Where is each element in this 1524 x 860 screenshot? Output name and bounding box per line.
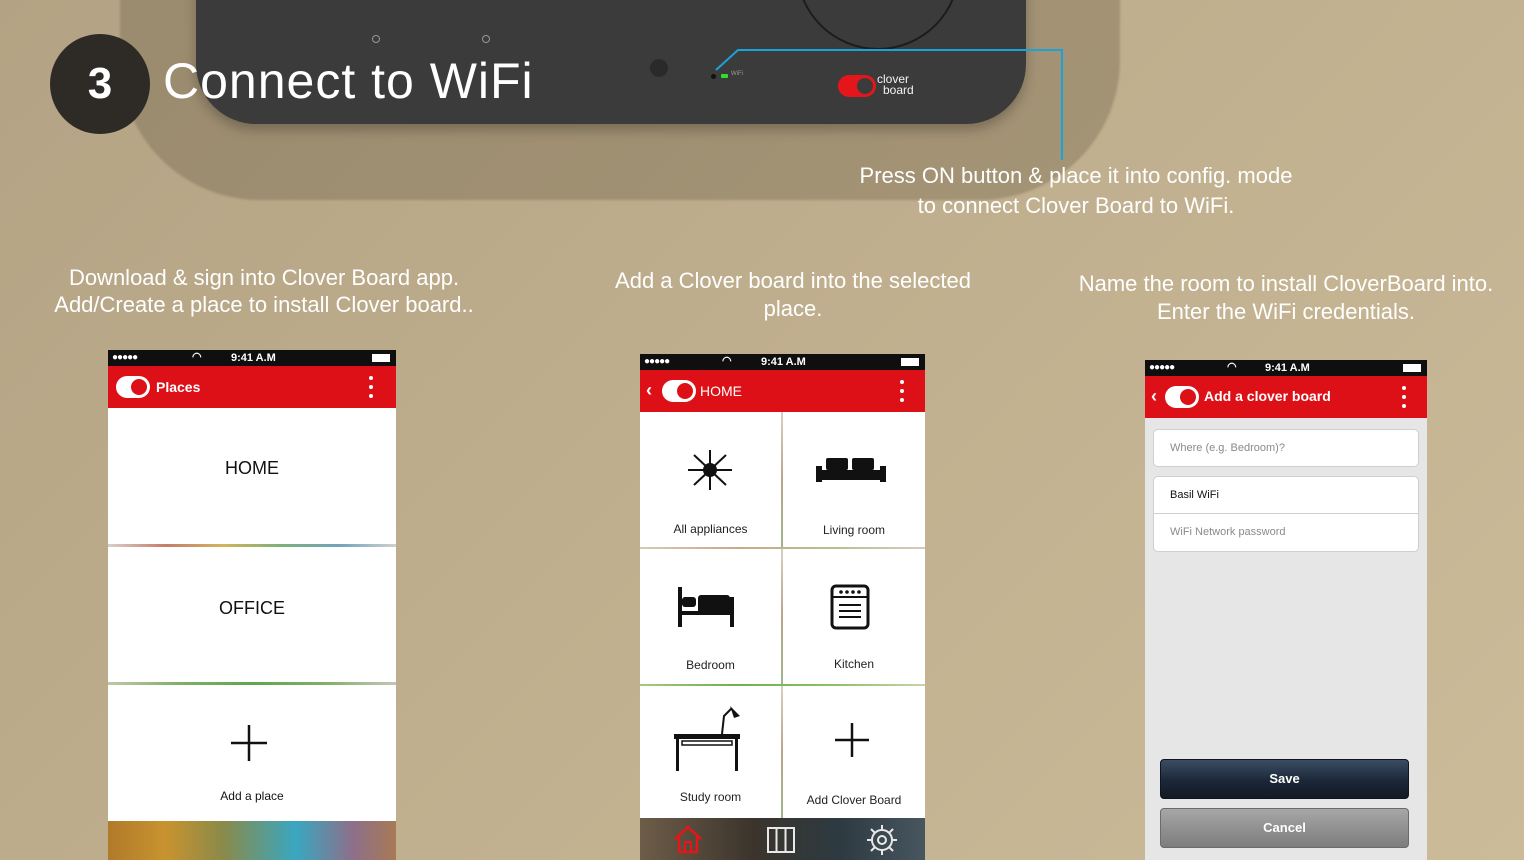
more-menu-icon[interactable] — [900, 380, 905, 407]
wifi-icon: ◠ — [722, 355, 732, 367]
status-time: 9:41 A.M — [1265, 362, 1310, 374]
app-bar: ‹ HOME — [640, 370, 925, 412]
back-chevron-icon[interactable]: ‹ — [646, 380, 652, 401]
desk-lamp-icon — [674, 706, 740, 771]
app-logo-toggle-icon — [1165, 386, 1199, 408]
device-caption: Press ON button & place it into config. … — [820, 162, 1332, 220]
room-tile-study-room[interactable]: Study room — [640, 686, 781, 818]
background-image-strip — [108, 821, 396, 860]
plus-icon — [835, 723, 869, 757]
save-button[interactable]: Save — [1160, 759, 1409, 799]
left-caption-line1: Download & sign into Clover Board app. — [68, 265, 460, 290]
bottom-nav-bar — [640, 818, 925, 860]
add-place-button[interactable]: Add a place — [108, 685, 396, 821]
signal-dots-icon: ●●●●● — [1149, 362, 1175, 373]
room-label: Kitchen — [833, 657, 875, 671]
room-name-placeholder: Where (e.g. Bedroom)? — [1170, 442, 1285, 454]
phone-add-board-screen: ●●●●● ◠ 9:41 A.M ‹ Add a clover board Wh… — [1145, 360, 1427, 860]
sofa-icon — [816, 458, 886, 482]
room-label: Study room — [679, 790, 742, 804]
room-label: Bedroom — [686, 658, 735, 672]
plus-icon — [231, 725, 267, 761]
wifi-name-field[interactable]: Basil WiFi — [1154, 477, 1418, 514]
room-tile-kitchen[interactable]: Kitchen — [783, 549, 925, 684]
room-label: All appliances — [673, 522, 748, 536]
right-caption-line2: Enter the WiFi credentials. — [1157, 299, 1415, 324]
wifi-password-field[interactable]: WiFi Network password — [1154, 514, 1418, 552]
app-logo-toggle-icon — [116, 376, 150, 398]
room-tile-living-room[interactable]: Living room — [783, 412, 925, 547]
stove-icon — [830, 584, 870, 630]
cancel-button[interactable]: Cancel — [1160, 808, 1409, 848]
app-bar: Places — [108, 366, 396, 408]
phone-home-screen: ●●●●● ◠ 9:41 A.M ‹ HOME All appliances L… — [640, 354, 925, 860]
room-name-field[interactable]: Where (e.g. Bedroom)? — [1153, 429, 1419, 467]
right-caption: Name the room to install CloverBoard int… — [1062, 270, 1510, 326]
room-tile-bedroom[interactable]: Bedroom — [640, 549, 781, 684]
place-item-home[interactable]: HOME — [108, 408, 396, 544]
middle-caption-line1: Add a Clover board into the selected — [615, 268, 971, 293]
device-caption-line2: to connect Clover Board to WiFi. — [917, 193, 1235, 218]
place-item-label: HOME — [225, 458, 279, 478]
battery-icon — [372, 354, 390, 362]
back-chevron-icon[interactable]: ‹ — [1151, 386, 1157, 407]
grid-icon[interactable] — [766, 826, 796, 854]
device-caption-line1: Press ON button & place it into config. … — [859, 163, 1293, 188]
phone-places-screen: ●●●●● ◠ 9:41 A.M Places HOME OFFICE Add … — [108, 350, 396, 860]
room-tile-all-appliances[interactable]: All appliances — [640, 412, 781, 547]
add-clover-board-tile[interactable]: Add Clover Board — [783, 686, 925, 818]
status-bar: ●●●●● ◠ 9:41 A.M — [1145, 360, 1427, 376]
wifi-password-placeholder: WiFi Network password — [1170, 526, 1286, 538]
app-bar-title: Add a clover board — [1204, 388, 1331, 404]
app-bar: ‹ Add a clover board — [1145, 376, 1427, 418]
app-logo-toggle-icon — [662, 380, 696, 402]
status-bar: ●●●●● ◠ 9:41 A.M — [108, 350, 396, 366]
app-bar-title: HOME — [700, 383, 742, 399]
left-caption-line2: Add/Create a place to install Clover boa… — [54, 292, 474, 317]
battery-icon — [901, 358, 919, 366]
signal-dots-icon: ●●●●● — [644, 356, 670, 367]
home-icon[interactable] — [672, 824, 704, 854]
more-menu-icon[interactable] — [1402, 386, 1407, 413]
place-item-label: OFFICE — [219, 598, 285, 618]
wifi-icon: ◠ — [1227, 361, 1237, 373]
room-label: Add Clover Board — [806, 793, 902, 807]
middle-caption-line2: place. — [763, 296, 823, 321]
status-bar: ●●●●● ◠ 9:41 A.M — [640, 354, 925, 370]
wifi-icon: ◠ — [192, 351, 202, 363]
status-time: 9:41 A.M — [231, 352, 276, 364]
right-caption-line1: Name the room to install CloverBoard int… — [1078, 271, 1494, 296]
room-label: Living room — [822, 523, 886, 537]
add-place-label: Add a place — [220, 789, 284, 803]
status-time: 9:41 A.M — [761, 356, 806, 368]
signal-dots-icon: ●●●●● — [112, 352, 138, 363]
middle-caption: Add a Clover board into the selected pla… — [590, 267, 996, 323]
app-bar-title: Places — [156, 379, 201, 395]
place-item-office[interactable]: OFFICE — [108, 547, 396, 682]
wifi-name-value: Basil WiFi — [1170, 489, 1219, 501]
battery-icon — [1403, 364, 1421, 372]
settings-icon[interactable] — [866, 824, 898, 856]
bed-icon — [678, 587, 734, 627]
light-burst-icon — [688, 450, 732, 490]
more-menu-icon[interactable] — [369, 376, 374, 403]
left-caption: Download & sign into Clover Board app. A… — [30, 264, 498, 318]
wifi-credentials-group: Basil WiFi WiFi Network password — [1153, 476, 1419, 552]
